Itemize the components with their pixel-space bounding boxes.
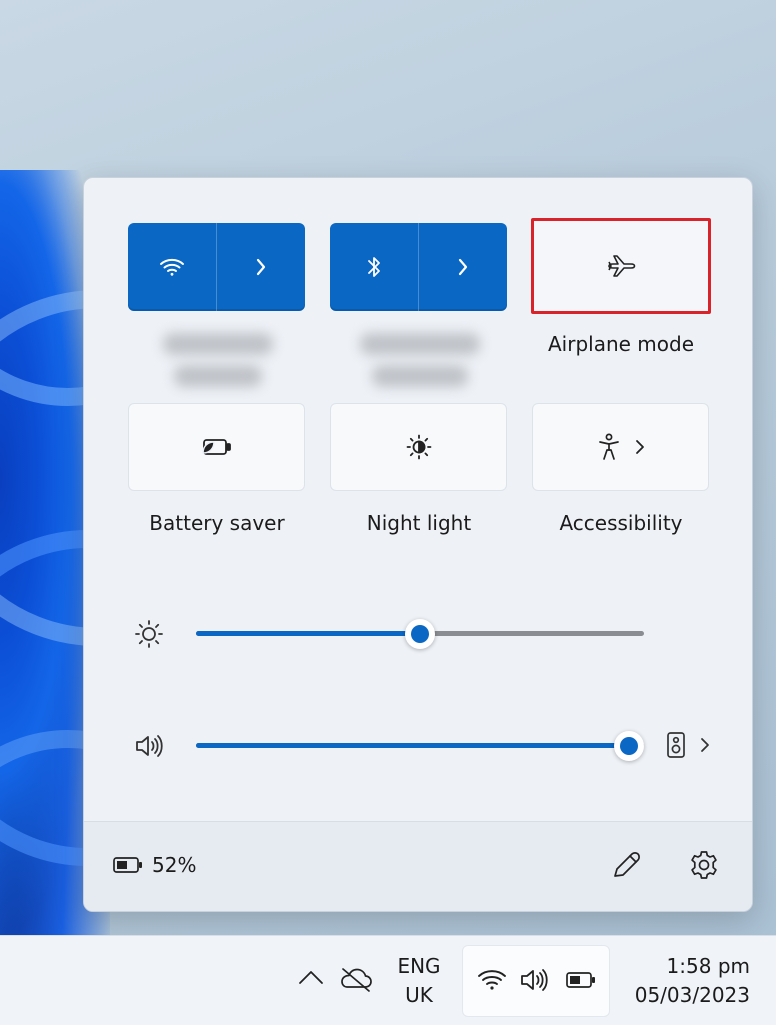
accessibility-label: Accessibility	[559, 511, 683, 535]
edit-quick-settings-button[interactable]	[610, 849, 642, 881]
bluetooth-expand-button[interactable]	[418, 223, 507, 311]
gear-icon	[688, 849, 720, 881]
pencil-icon	[610, 849, 642, 881]
clock-button[interactable]: 1:58 pm 05/03/2023	[620, 954, 750, 1010]
battery-status[interactable]: 52%	[112, 853, 196, 877]
brightness-thumb[interactable]	[405, 619, 435, 649]
clock-time: 1:58 pm	[666, 954, 750, 978]
brightness-slider[interactable]	[196, 619, 644, 649]
wifi-tile[interactable]	[128, 223, 305, 311]
bluetooth-device-name	[320, 333, 520, 403]
language-region: UK	[405, 983, 433, 1007]
night-light-icon	[405, 433, 433, 461]
battery-saver-label: Battery saver	[149, 511, 285, 535]
chevron-right-icon	[635, 439, 645, 455]
battery-percent: 52%	[152, 853, 197, 877]
speaker-icon	[519, 967, 551, 993]
network-volume-battery-button[interactable]	[462, 945, 610, 1017]
speaker-device-icon	[666, 731, 686, 759]
chevron-up-icon	[298, 968, 324, 986]
accessibility-icon	[597, 433, 621, 461]
volume-slider[interactable]	[196, 731, 644, 761]
brightness-fill	[196, 631, 420, 636]
settings-button[interactable]	[688, 849, 720, 881]
language-code: ENG	[397, 954, 441, 978]
cloud-off-icon	[338, 966, 374, 992]
airplane-mode-label: Airplane mode	[547, 332, 695, 356]
speaker-icon[interactable]	[134, 733, 166, 759]
volume-thumb[interactable]	[614, 731, 644, 761]
clock-date: 05/03/2023	[634, 983, 750, 1007]
airplane-icon	[606, 253, 636, 279]
quick-settings-footer: 52%	[84, 821, 752, 911]
night-light-label: Night light	[366, 511, 472, 535]
quick-settings-panel: Airplane mode Battery saver Night light	[83, 177, 753, 912]
taskbar: ENG UK 1:58 pm 05/03/2023	[0, 935, 776, 1025]
chevron-right-icon	[700, 737, 710, 753]
brightness-icon	[134, 619, 164, 649]
battery-saver-tile[interactable]	[128, 403, 305, 491]
battery-saver-icon	[200, 436, 234, 458]
airplane-mode-tile[interactable]	[531, 218, 711, 314]
wifi-icon	[159, 257, 185, 277]
battery-icon	[565, 970, 597, 990]
bluetooth-toggle[interactable]	[330, 223, 418, 311]
wifi-network-name	[118, 333, 318, 403]
chevron-right-icon	[457, 257, 469, 277]
night-light-tile[interactable]	[330, 403, 507, 491]
battery-icon	[112, 855, 144, 875]
brightness-row	[84, 613, 752, 653]
accessibility-tile[interactable]	[532, 403, 709, 491]
audio-output-button[interactable]	[666, 731, 710, 759]
onedrive-offline-button[interactable]	[338, 966, 374, 992]
chevron-right-icon	[255, 257, 267, 277]
bluetooth-tile[interactable]	[330, 223, 507, 311]
volume-row	[84, 725, 752, 765]
show-hidden-icons-button[interactable]	[298, 968, 324, 986]
input-language-button[interactable]: ENG UK	[390, 954, 448, 1010]
wifi-expand-button[interactable]	[216, 223, 305, 311]
wifi-icon	[477, 968, 507, 992]
wifi-toggle[interactable]	[128, 223, 216, 311]
bluetooth-icon	[366, 255, 382, 279]
volume-fill	[196, 743, 629, 748]
